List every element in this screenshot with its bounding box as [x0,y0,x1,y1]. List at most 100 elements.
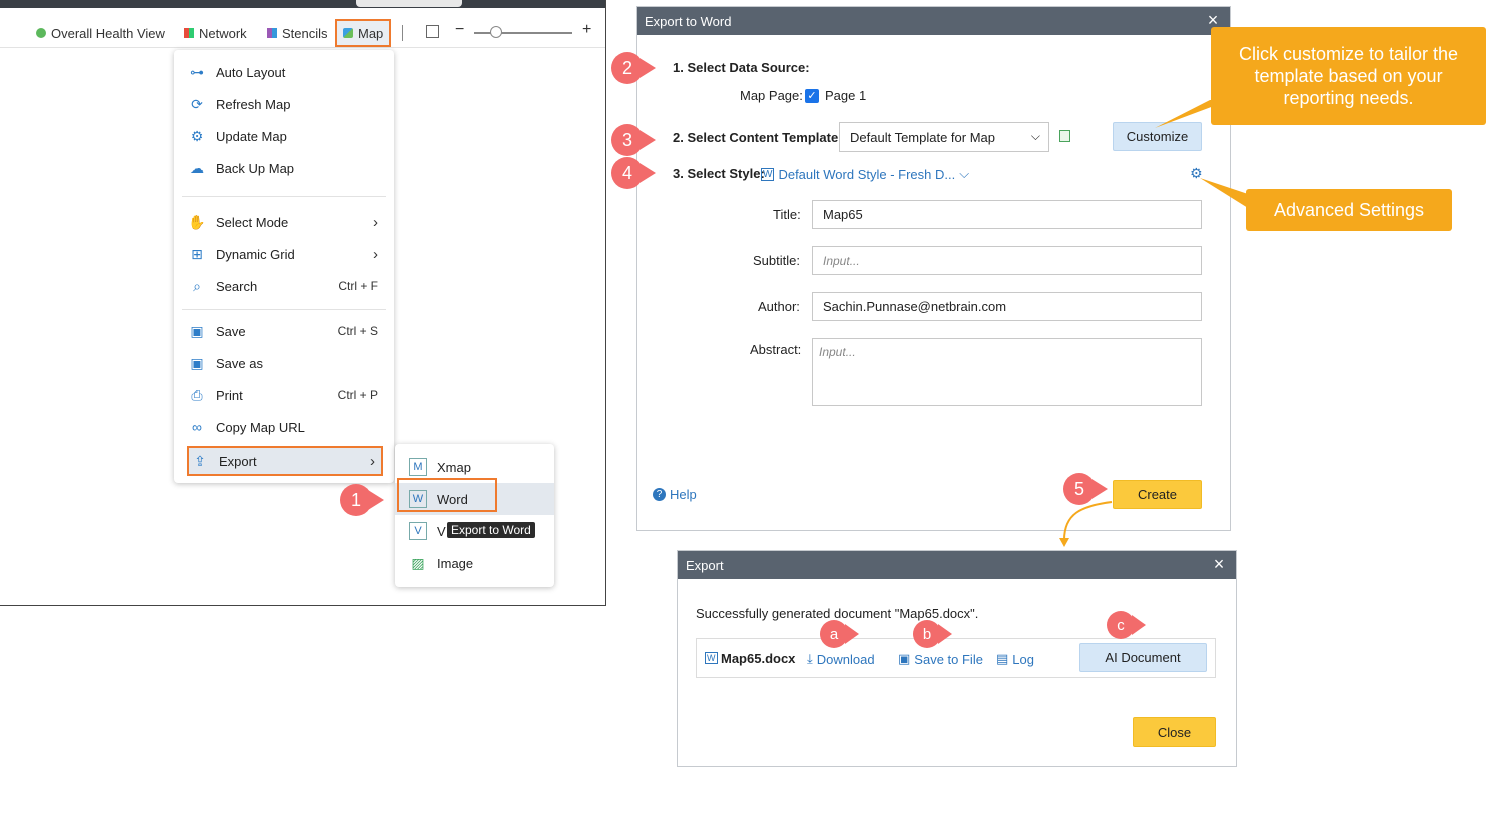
tab-stencils[interactable]: Stencils [267,18,328,48]
export-to-word-dialog: Export to Word × 1. Select Data Source: … [636,6,1231,531]
file-row: W Map65.docx ⤓ Download ▣ Save to File ▤ Lo… [696,638,1216,678]
marker-a: a [820,620,848,648]
marker-pointer [845,624,859,644]
menu-separator [182,196,386,197]
author-input[interactable]: Sachin.Punnase@netbrain.com [812,292,1202,321]
save-as-icon: ▣ [190,354,204,371]
success-message: Successfully generated document "Map65.d… [696,606,979,621]
marker-b: b [913,620,941,648]
step-marker-pointer [640,130,656,150]
menu-item-label: Export [219,453,257,469]
step-marker-2: 2 [611,52,643,84]
menu-item-image[interactable]: ▨ Image [395,548,554,578]
word-highlight-box [397,478,497,512]
menu-item-select-mode[interactable]: ✋ Select Mode › [174,207,394,237]
tab-network[interactable]: Network [184,18,247,48]
title-label: Title: [773,207,801,222]
abstract-textarea[interactable]: Input... [812,338,1202,406]
close-button[interactable]: Close [1133,717,1216,747]
abstract-label: Abstract: [750,342,802,357]
menu-item-label: Xmap [437,459,471,475]
log-icon: ▤ [996,651,1009,666]
template-select[interactable]: Default Template for Map ⌵ [839,122,1049,152]
save-to-file-label: Save to File [914,651,983,667]
menu-item-print[interactable]: ⎙ Print Ctrl + P [174,380,394,410]
refresh-icon: ⟳ [191,95,203,112]
step-marker-pointer [640,163,656,183]
menu-item-label: Save as [216,355,263,371]
map-icon [343,28,353,38]
word-icon: W [705,652,718,664]
auto-layout-icon: ⊶ [190,63,204,80]
dialog-header: Export × [678,551,1236,579]
zoom-slider-handle[interactable] [490,26,502,38]
menu-item-copy-map-url[interactable]: ∞ Copy Map URL [174,412,394,442]
zoom-in-icon[interactable]: + [582,21,591,39]
help-link[interactable]: ? Help [653,487,697,502]
menu-item-label: Save [216,323,246,339]
map-page-label: Map Page: [740,88,803,103]
close-icon[interactable]: × [1210,555,1228,573]
export-icon: ⇪ [194,452,206,469]
download-label: Download [816,651,875,667]
search-icon: ⌕ [193,277,201,294]
menu-item-auto-layout[interactable]: ⊶ Auto Layout [174,57,394,87]
export-submenu: M Xmap W Word V V ▨ Image Export to Word [395,444,554,587]
menu-item-back-up-map[interactable]: ☁ Back Up Map [174,153,394,183]
dialog-title: Export to Word [645,13,732,29]
save-to-file-link[interactable]: ▣ Save to File [898,651,983,667]
dialog-header: Export to Word × [637,7,1230,35]
menu-item-refresh-map[interactable]: ⟳ Refresh Map [174,89,394,119]
menu-item-label: Search [216,278,258,294]
toolbar-divider [402,25,403,41]
export-result-dialog: Export × Successfully generated document… [677,550,1237,767]
menu-item-label: Copy Map URL [216,419,305,435]
file-name: Map65.docx [721,651,796,666]
menu-item-label: Refresh Map [216,96,291,112]
title-input[interactable]: Map65 [812,200,1202,229]
menu-item-search[interactable]: ⌕ Search Ctrl + F [174,271,394,301]
tab-map[interactable]: Map [335,19,392,47]
menu-item-export[interactable]: ⇪ Export › [187,446,383,476]
log-link[interactable]: ▤ Log [996,651,1034,667]
menu-item-label: Select Mode [216,214,289,230]
subtitle-input[interactable]: Input... [812,246,1202,275]
visio-icon: V [409,522,427,540]
chevron-right-icon: › [373,245,378,263]
chevron-down-icon: ⌵ [959,166,970,181]
menu-item-label: Image [437,555,474,571]
download-link[interactable]: ⤓ Download [807,651,875,667]
xmap-icon: M [409,458,427,476]
menu-item-save[interactable]: ▣ Save Ctrl + S [174,316,394,346]
menu-item-label: V [437,523,446,539]
subtitle-label: Subtitle: [753,253,800,268]
page-checkbox-label: Page 1 [825,88,867,103]
zoom-slider-track[interactable] [474,32,572,34]
create-button[interactable]: Create [1113,480,1202,509]
template-select-value: Default Template for Map [850,129,995,145]
menu-item-dynamic-grid[interactable]: ⊞ Dynamic Grid › [174,239,394,269]
step3-label: 3. Select Style: [673,166,765,181]
ai-document-button[interactable]: AI Document [1079,643,1207,672]
callout-pointer [1200,178,1248,208]
zoom-out-icon[interactable]: − [455,21,464,39]
word-icon: W [761,167,775,181]
image-icon: ▨ [411,554,425,571]
log-label: Log [1012,651,1034,667]
health-icon [36,28,46,38]
menu-item-label: Update Map [216,128,287,144]
print-icon: ⎙ [191,386,203,403]
step-marker-pointer [368,490,384,510]
dialog-title: Export [686,557,724,573]
fit-view-icon[interactable] [426,25,439,38]
tab-overall-health-view[interactable]: Overall Health View [36,18,165,48]
search-box[interactable] [356,0,462,7]
step-marker-3: 3 [611,124,643,156]
template-manage-icon[interactable] [1059,130,1070,142]
menu-item-update-map[interactable]: ⚙ Update Map [174,121,394,151]
tab-label: Stencils [282,25,328,41]
tab-label: Overall Health View [51,25,165,41]
menu-item-save-as[interactable]: ▣ Save as [174,348,394,378]
page-checkbox[interactable]: ✓ [805,89,819,103]
style-select[interactable]: W Default Word Style - Fresh D... ⌵ [761,166,969,182]
